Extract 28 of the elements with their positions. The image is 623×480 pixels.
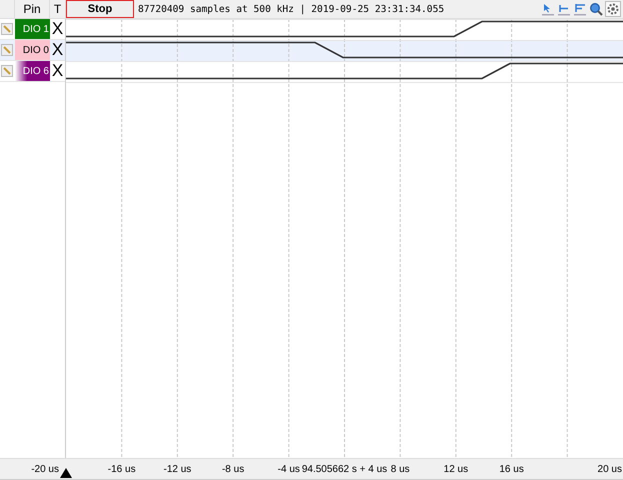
- axis-label: -20 us: [31, 464, 59, 475]
- marker-icon[interactable]: [557, 2, 571, 16]
- axis-label: 12 us: [444, 464, 468, 475]
- zoom-icon[interactable]: [589, 2, 603, 16]
- cursor-icon[interactable]: [541, 2, 555, 16]
- pin-label[interactable]: DIO 0: [15, 40, 50, 60]
- pencil-icon[interactable]: [1, 44, 13, 56]
- trigger-toggle[interactable]: X: [50, 61, 65, 81]
- axis-label: 20 us: [598, 464, 622, 475]
- pencil-icon[interactable]: [1, 23, 13, 35]
- trigger-toggle[interactable]: X: [50, 40, 65, 60]
- pencil-icon[interactable]: [1, 65, 13, 77]
- axis-label: -4 us: [278, 464, 300, 475]
- axis-label: -12 us: [164, 464, 192, 475]
- pin-column-header: Pin: [15, 0, 50, 18]
- axis-label: -8 us: [222, 464, 244, 475]
- pin-label[interactable]: DIO 1: [15, 19, 50, 39]
- axis-label: 8 us: [390, 464, 410, 475]
- bracket-icon[interactable]: [573, 2, 587, 16]
- axis-label: 94.505662 s + 4 us: [302, 464, 388, 475]
- axis-label: 16 us: [499, 464, 524, 475]
- time-cursor-marker[interactable]: [60, 468, 72, 478]
- trigger-toggle[interactable]: X: [50, 19, 65, 39]
- capture-status: 87720409 samples at 500 kHz | 2019-09-25 23:31:34.055: [138, 4, 444, 14]
- pin-label[interactable]: DIO 6: [15, 61, 50, 81]
- axis-label: -16 us: [108, 464, 136, 475]
- stop-button[interactable]: Stop: [66, 0, 134, 18]
- settings-icon[interactable]: [605, 1, 621, 17]
